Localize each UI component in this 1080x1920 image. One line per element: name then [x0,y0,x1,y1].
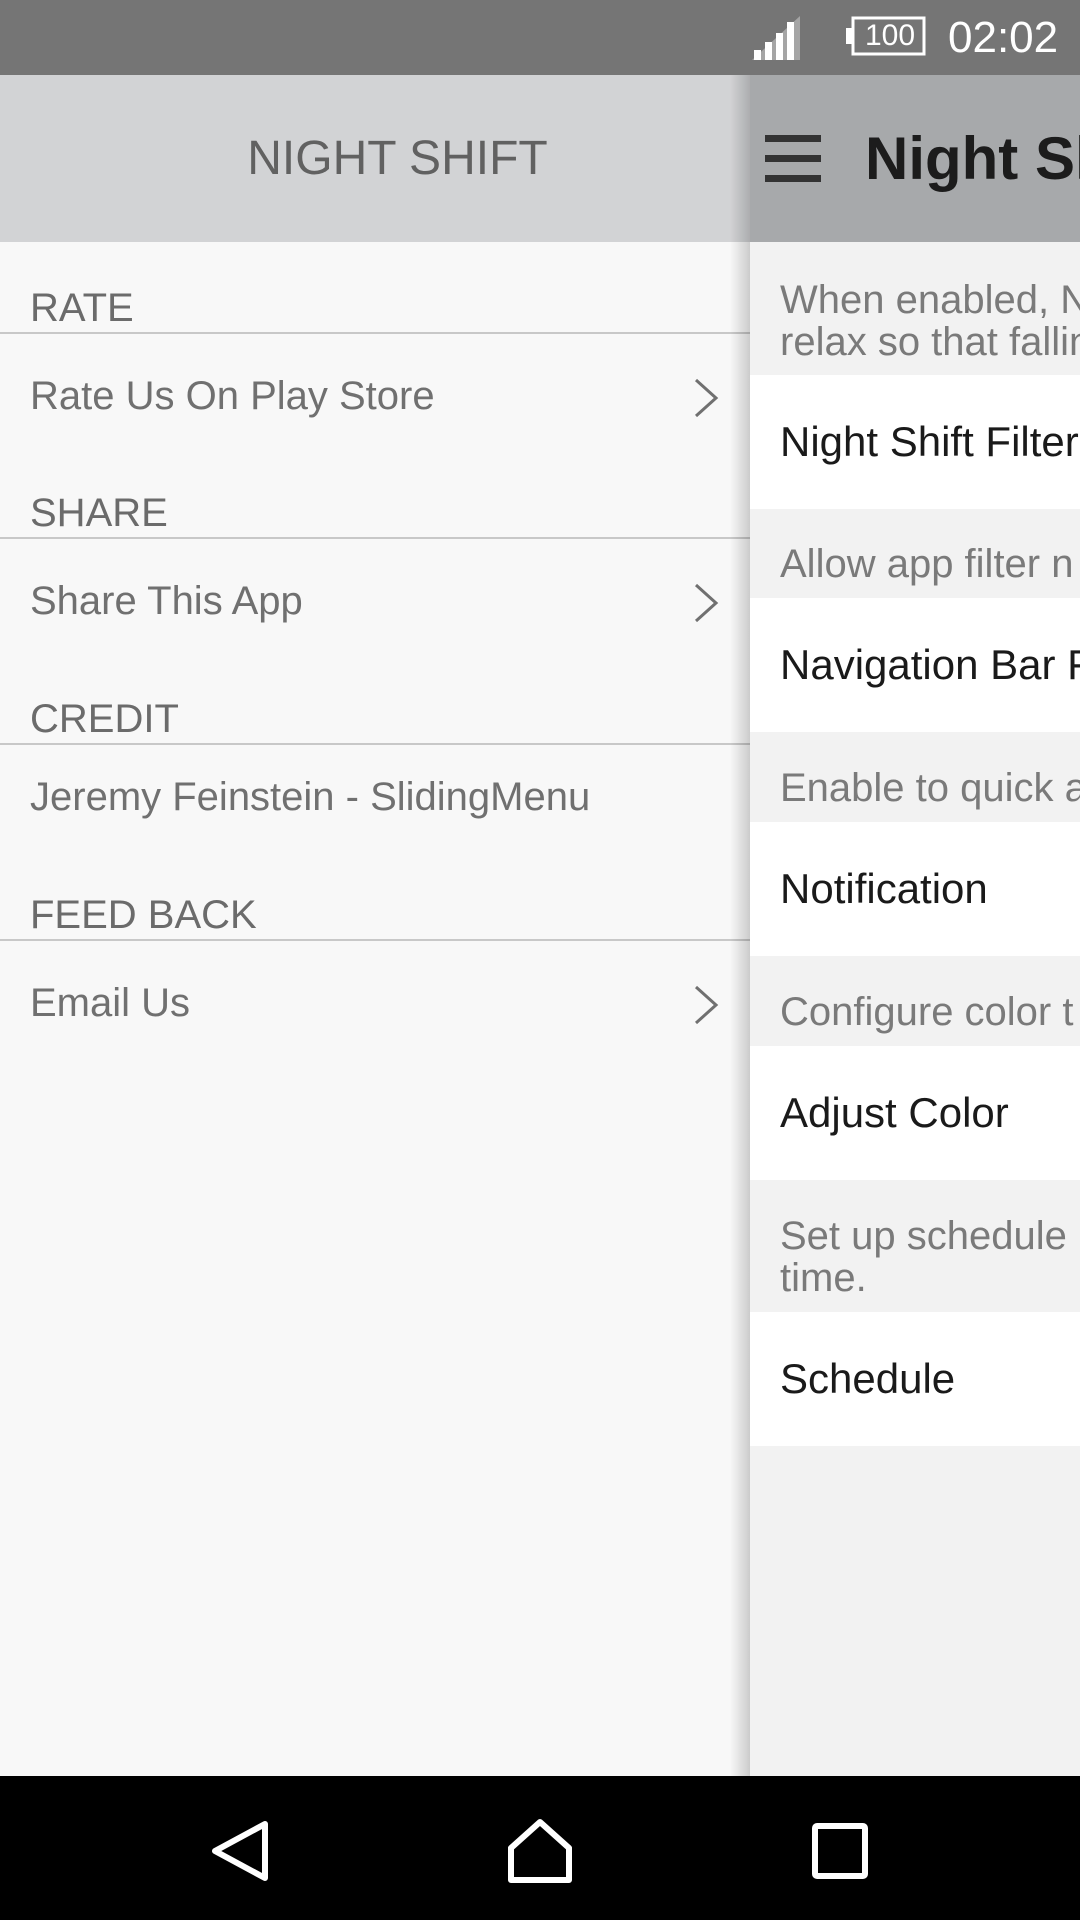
section-header-credit: CREDIT [30,697,179,741]
menu-title: NIGHT SHIFT [247,132,548,185]
hamburger-menu-icon[interactable] [765,135,821,183]
menu-item-rate[interactable]: Rate Us On Play Store [0,341,750,451]
section-header-feedback: FEED BACK [30,893,257,937]
home-icon[interactable] [505,1816,575,1886]
divider [0,332,750,334]
cellular-signal-icon [752,16,800,60]
pref-description: time. [780,1256,867,1300]
battery-level: 100 [864,19,916,52]
divider [0,939,750,941]
pref-adjust-color[interactable]: Adjust Color [750,1046,1080,1180]
toolbar: Night Sh [750,75,1080,242]
sliding-menu: NIGHT SHIFT RATE Rate Us On Play Store S… [0,75,750,1776]
pref-night-shift-filter[interactable]: Night Shift Filter [750,375,1080,509]
pref-description: Set up schedule [780,1214,1067,1258]
pref-notification[interactable]: Notification [750,822,1080,956]
pref-label: Notification [780,865,988,912]
section-header-share: SHARE [30,491,168,535]
pref-label: Schedule [780,1355,956,1402]
status-bar: 100 02:02 [0,0,1080,75]
divider [0,537,750,539]
chevron-right-icon [694,583,719,623]
clock: 02:02 [948,13,1059,62]
back-icon[interactable] [205,1816,275,1886]
main-content: Night Sh When enabled, N relax so that f… [750,75,1080,1776]
app-title: Night Sh [865,125,1080,192]
pref-description: When enabled, N [780,278,1080,322]
recents-icon[interactable] [805,1816,875,1886]
pref-label: Adjust Color [780,1089,1009,1136]
chevron-right-icon [694,378,719,418]
menu-item-email[interactable]: Email Us [0,948,750,1058]
pref-description: Configure color t [780,990,1074,1034]
menu-item-label: Email Us [30,981,191,1025]
drawer-shadow [730,75,750,1776]
pref-label: Navigation Bar F [780,641,1080,688]
menu-item-share[interactable]: Share This App [0,546,750,656]
pref-navigation-bar-filter[interactable]: Navigation Bar F [750,598,1080,732]
pref-description: relax so that fallin [780,320,1080,364]
pref-description: Enable to quick a [780,766,1080,810]
section-header-rate: RATE [30,286,134,330]
pref-description: Allow app filter n [780,542,1074,586]
pref-schedule[interactable]: Schedule [750,1312,1080,1446]
menu-item-credit[interactable]: Jeremy Feinstein - SlidingMenu [0,742,750,852]
menu-header: NIGHT SHIFT [0,75,750,242]
menu-item-label: Share This App [30,579,303,623]
pref-label: Night Shift Filter [780,418,1079,465]
menu-item-label: Jeremy Feinstein - SlidingMenu [30,775,591,819]
menu-item-label: Rate Us On Play Store [30,374,435,418]
chevron-right-icon [694,985,719,1025]
navigation-bar [0,1776,1080,1920]
